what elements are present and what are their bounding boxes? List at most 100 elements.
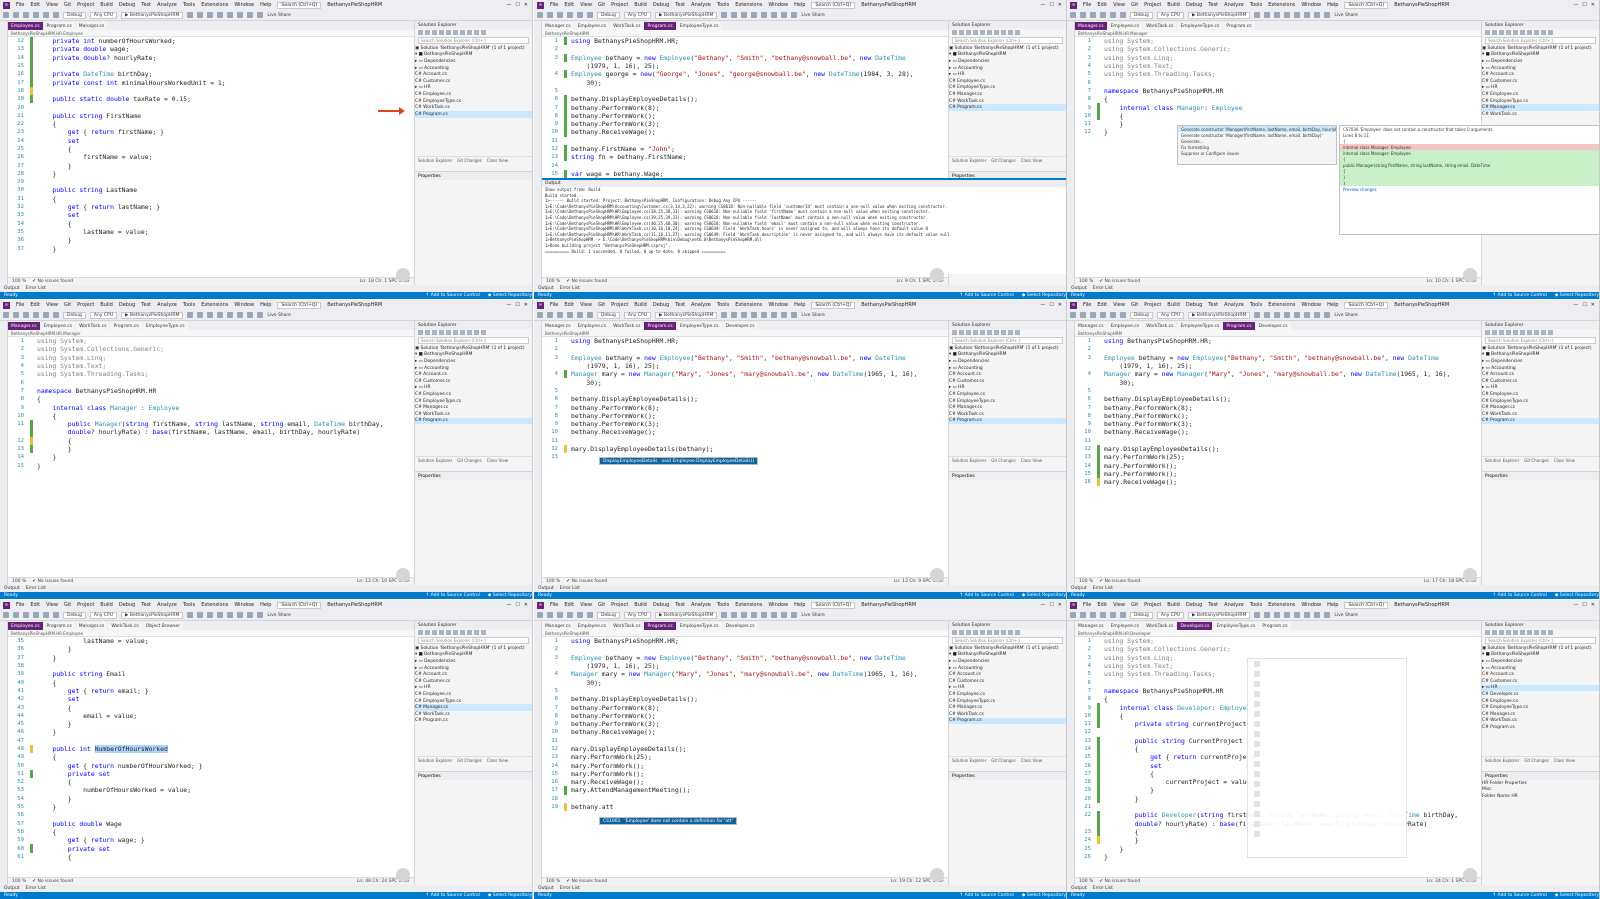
tab-program-cs[interactable]: Program.cs	[110, 322, 142, 330]
tab-program-cs[interactable]: Program.cs	[644, 622, 676, 630]
toolbar-icon[interactable]	[53, 312, 59, 318]
toolbar-icon[interactable]	[1090, 12, 1096, 18]
minimize-icon[interactable]: —	[1040, 2, 1045, 8]
toolbar-icon[interactable]	[1274, 312, 1281, 318]
bottom-tab-output[interactable]: Output	[538, 586, 554, 591]
solution-tab-class-view[interactable]: Class View	[1021, 158, 1042, 163]
navigation-bar[interactable]: BethanysPieShopHRM	[542, 630, 948, 637]
toolbar-icon[interactable]	[761, 612, 768, 618]
tree-item-employeetype-cs[interactable]: C# EmployeeType.cs	[415, 698, 532, 705]
code-editor[interactable]: 12 private int numberOfHoursWorked; 13 pr…	[8, 37, 414, 277]
close-icon[interactable]: ✕	[524, 302, 528, 308]
platform-select[interactable]: Any CPU	[623, 611, 651, 619]
solution-tool-icon[interactable]	[1499, 330, 1504, 335]
menu-item-help[interactable]: Help	[260, 2, 271, 8]
solution-tool-icon[interactable]	[1506, 30, 1511, 35]
menu-item-help[interactable]: Help	[794, 602, 805, 608]
toolbar-icon[interactable]	[1304, 612, 1311, 618]
tree-item-customer-cs[interactable]: C# Customer.cs	[415, 78, 532, 85]
solution-tab-solution-explorer[interactable]: Solution Explorer	[418, 758, 452, 763]
solution-tool-icon[interactable]	[460, 630, 465, 635]
tree-item-worktask-cs[interactable]: C# WorkTask.cs	[415, 411, 532, 418]
solution-tab-class-view[interactable]: Class View	[487, 458, 508, 463]
solution-tool-icon[interactable]	[1001, 630, 1006, 635]
toolbar-icon[interactable]	[257, 612, 264, 618]
toolbar-icon[interactable]	[1110, 612, 1116, 618]
zoom-level[interactable]: 100 %	[546, 279, 560, 284]
maximize-icon[interactable]: ☐	[515, 2, 519, 8]
solution-tab-class-view[interactable]: Class View	[1554, 458, 1575, 463]
solution-tool-icon[interactable]	[1492, 330, 1497, 335]
tree-item-worktask-cs[interactable]: C# WorkTask.cs	[415, 711, 532, 718]
live-share-button[interactable]: Live Share	[801, 613, 825, 618]
search-box[interactable]: Search (Ctrl+Q)	[277, 1, 322, 9]
tree-solution[interactable]: ▣ Solution 'BethanysPieShopHRM' (1 of 1 …	[1482, 645, 1599, 652]
menu-item-extensions[interactable]: Extensions	[735, 602, 762, 608]
config-select[interactable]: Debug	[597, 611, 620, 619]
toolbar-icon[interactable]	[23, 12, 29, 18]
intellisense-item[interactable]: DisplayEmployeeDetails void Employee.Disp…	[600, 458, 758, 464]
menu-item-debug[interactable]: Debug	[653, 2, 669, 8]
menu-item-build[interactable]: Build	[1167, 302, 1180, 308]
toolbar-icon[interactable]	[771, 612, 778, 618]
toolbar-icon[interactable]	[43, 612, 49, 618]
toolbar-icon[interactable]	[751, 312, 758, 318]
tab-employee-cs[interactable]: Employee.cs	[40, 322, 76, 330]
tab-worktask-cs[interactable]: WorkTask.cs	[1143, 622, 1177, 630]
toolbar-icon[interactable]	[1314, 12, 1321, 18]
toolbar-icon[interactable]	[761, 312, 768, 318]
run-button[interactable]: ▶ BethanysPieShopHRM	[655, 311, 718, 319]
tree-solution[interactable]: ▣ Solution 'BethanysPieShopHRM' (1 of 1 …	[415, 345, 532, 352]
toolbar-icon[interactable]	[33, 612, 39, 618]
bottom-tab-output[interactable]: Output	[4, 886, 20, 891]
solution-tool-icon[interactable]	[980, 630, 985, 635]
tree-item-employeetype-cs[interactable]: C# EmployeeType.cs	[415, 98, 532, 105]
tree-item-customer-cs[interactable]: C# Customer.cs	[1482, 78, 1599, 85]
solution-tool-icon[interactable]	[966, 330, 971, 335]
menu-item-help[interactable]: Help	[1327, 2, 1338, 8]
menu-item-project[interactable]: Project	[611, 302, 628, 308]
navigation-bar[interactable]: BethanysPieShopHRM	[542, 330, 948, 337]
menu-item-analyze[interactable]: Analyze	[691, 602, 711, 608]
menu-item-test[interactable]: Test	[675, 302, 685, 308]
tree-item-program-cs[interactable]: C# Program.cs	[1482, 417, 1599, 425]
solution-tool-icon[interactable]	[1015, 30, 1020, 35]
tree-item-accounting[interactable]: ▸ ▭ Accounting	[1482, 65, 1599, 72]
menu-item-git[interactable]: Git	[64, 602, 71, 608]
toolbar-icon[interactable]	[237, 612, 244, 618]
toolbar-icon[interactable]	[1294, 312, 1301, 318]
toolbar-icon[interactable]	[1304, 12, 1311, 18]
source-control-button[interactable]: ↑ Add to Source Control	[425, 893, 479, 898]
solution-tool-icon[interactable]	[980, 330, 985, 335]
toolbar-icon[interactable]	[197, 312, 204, 318]
tree-project[interactable]: ▾ ■ BethanysPieShopHRM	[949, 52, 1066, 59]
toolbar-icon[interactable]	[731, 312, 738, 318]
solution-tool-icon[interactable]	[1008, 30, 1013, 35]
menu-item-build[interactable]: Build	[100, 302, 113, 308]
tab-manager-cs[interactable]: Manager.cs	[8, 322, 40, 330]
config-select[interactable]: Debug	[597, 311, 620, 319]
solution-tool-icon[interactable]	[439, 30, 444, 35]
search-box[interactable]: Search (Ctrl+Q)	[277, 301, 322, 309]
toolbar-icon[interactable]	[751, 612, 758, 618]
tree-item-accounting[interactable]: ▸ ▭ Accounting	[1482, 365, 1599, 372]
solution-search[interactable]: Search Solution Explorer (Ctrl+;)	[418, 637, 529, 644]
menu-item-analyze[interactable]: Analyze	[691, 2, 711, 8]
bottom-tab-output[interactable]: Output	[4, 286, 20, 291]
run-button[interactable]: ▶ BethanysPieShopHRM	[121, 311, 184, 319]
toolbar-icon[interactable]	[1070, 612, 1076, 618]
toolbar-icon[interactable]	[197, 12, 204, 18]
tree-solution[interactable]: ▣ Solution 'BethanysPieShopHRM' (1 of 1 …	[415, 45, 532, 52]
tree-item-hr[interactable]: ▸ ▭ HR	[415, 685, 532, 692]
menu-item-project[interactable]: Project	[1144, 302, 1161, 308]
menu-item-extensions[interactable]: Extensions	[735, 2, 762, 8]
solution-tool-icon[interactable]	[1008, 330, 1013, 335]
solution-tool-icon[interactable]	[1541, 30, 1546, 35]
search-box[interactable]: Search (Ctrl+Q)	[1344, 1, 1389, 9]
platform-select[interactable]: Any CPU	[89, 11, 117, 19]
toolbar-icon[interactable]	[1264, 312, 1271, 318]
solution-tab-class-view[interactable]: Class View	[1021, 458, 1042, 463]
toolbar-icon[interactable]	[43, 312, 49, 318]
solution-tool-icon[interactable]	[1534, 30, 1539, 35]
source-control-button[interactable]: ↑ Add to Source Control	[959, 593, 1013, 598]
